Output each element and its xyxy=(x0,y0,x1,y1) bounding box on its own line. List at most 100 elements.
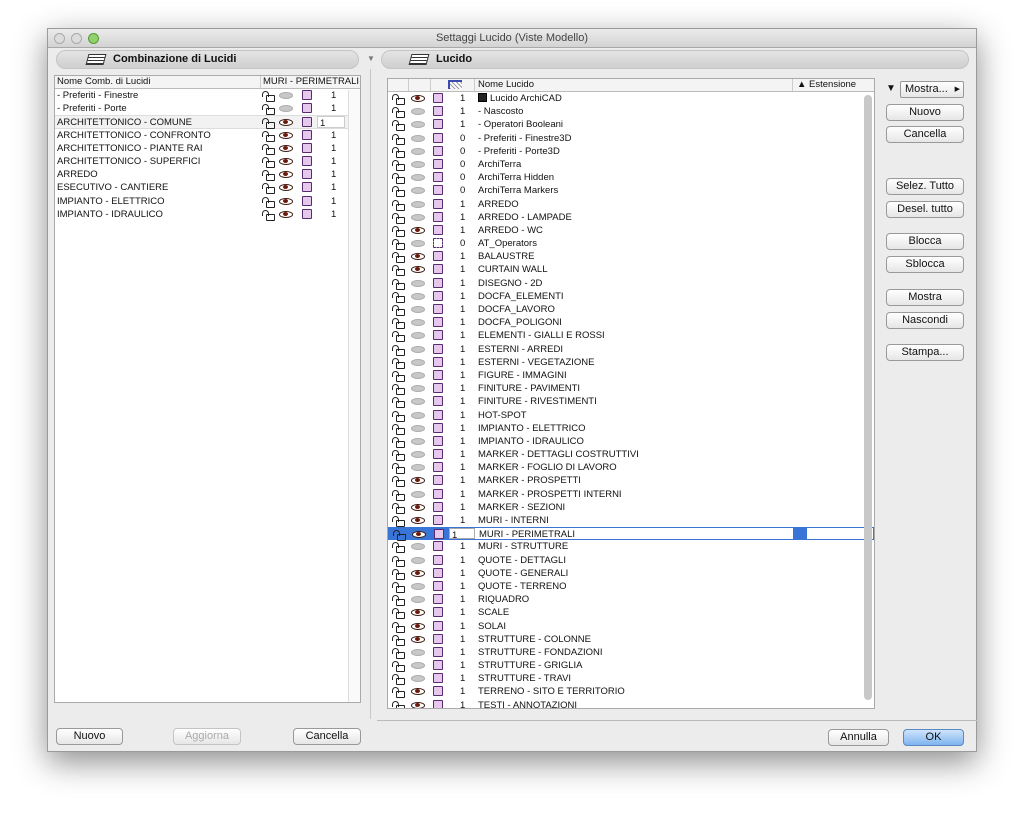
table-row[interactable]: - Preferiti - Porte 1 xyxy=(55,102,360,116)
lock-open-icon[interactable] xyxy=(392,450,405,462)
layer-3d-icon[interactable] xyxy=(433,646,443,657)
table-row[interactable]: 1 STRUTTURE - GRIGLIA xyxy=(388,659,874,673)
table-row[interactable]: 1 MARKER - SEZIONI xyxy=(388,501,874,514)
eye-hidden-icon[interactable] xyxy=(411,437,425,445)
lock-open-icon[interactable] xyxy=(262,196,275,208)
delete-combination-button[interactable]: Cancella xyxy=(293,728,361,745)
column-name[interactable]: Nome Comb. di Lucidi xyxy=(57,76,150,88)
eye-hidden-icon[interactable] xyxy=(411,174,425,182)
eye-hidden-icon[interactable] xyxy=(411,306,425,313)
layer-3d-icon[interactable] xyxy=(433,607,443,618)
lock-open-icon[interactable] xyxy=(262,209,275,221)
table-row[interactable]: 1 MARKER - DETTAGLI COSTRUTTIVI xyxy=(388,448,874,462)
lock-open-icon[interactable] xyxy=(392,516,405,527)
lock-open-icon[interactable] xyxy=(262,91,275,102)
table-row[interactable]: - Preferiti - Finestre 1 xyxy=(55,89,360,102)
column-layer[interactable]: MURI - PERIMETRALI xyxy=(260,76,359,88)
table-row[interactable]: ARCHITETTONICO - COMUNE 1 xyxy=(55,115,360,130)
table-row[interactable]: 1 STRUTTURE - FONDAZIONI xyxy=(388,646,874,659)
lock-open-icon[interactable] xyxy=(392,331,405,343)
eye-visible-icon[interactable] xyxy=(411,477,425,485)
lock-open-icon[interactable] xyxy=(392,159,405,171)
layer-3d-icon[interactable] xyxy=(302,129,312,140)
table-row[interactable]: 0 ArchiTerra xyxy=(388,158,874,171)
table-row[interactable]: 1 ESTERNI - VEGETAZIONE xyxy=(388,356,874,369)
table-row[interactable]: 1 MURI - STRUTTURE xyxy=(388,540,874,554)
eye-visible-icon[interactable] xyxy=(411,226,425,234)
layer-3d-icon[interactable] xyxy=(433,172,443,183)
lock-open-icon[interactable] xyxy=(392,239,405,251)
table-row[interactable]: 1 Lucido ArchiCAD xyxy=(388,92,874,105)
table-row[interactable]: 1 FINITURE - RIVESTIMENTI xyxy=(388,395,874,409)
unlock-button[interactable]: Sblocca xyxy=(886,256,964,273)
eye-visible-icon[interactable] xyxy=(279,131,293,139)
eye-visible-icon[interactable] xyxy=(411,688,425,696)
table-row[interactable]: 1 MURI - PERIMETRALI xyxy=(388,527,874,542)
table-row[interactable]: 1 RIQUADRO xyxy=(388,593,874,607)
lock-open-icon[interactable] xyxy=(392,687,405,699)
layer-3d-icon[interactable] xyxy=(433,449,443,460)
lock-open-icon[interactable] xyxy=(392,661,405,673)
layer-3d-icon[interactable] xyxy=(433,356,443,367)
table-row[interactable]: 1 ELEMENTI - GIALLI E ROSSI xyxy=(388,329,874,343)
lock-open-icon[interactable] xyxy=(392,568,405,580)
table-row[interactable]: 1 MURI - INTERNI xyxy=(388,514,874,527)
lock-open-icon[interactable] xyxy=(392,476,405,488)
table-row[interactable]: 0 ArchiTerra Markers xyxy=(388,184,874,198)
layer-3d-icon[interactable] xyxy=(433,224,443,235)
table-row[interactable]: 0 ArchiTerra Hidden xyxy=(388,171,874,185)
lock-open-icon[interactable] xyxy=(392,265,405,277)
layer-3d-icon[interactable] xyxy=(433,264,443,275)
lock-open-icon[interactable] xyxy=(392,634,405,646)
table-row[interactable]: 1 ARREDO - WC xyxy=(388,224,874,237)
table-row[interactable]: 1 IMPIANTO - IDRAULICO xyxy=(388,435,874,448)
lock-open-icon[interactable] xyxy=(392,595,405,607)
eye-hidden-icon[interactable] xyxy=(411,411,425,419)
table-row[interactable]: 1 IMPIANTO - ELETTRICO xyxy=(388,422,874,435)
lock-open-icon[interactable] xyxy=(392,581,405,593)
layer-intersection-column-icon[interactable] xyxy=(448,80,462,89)
eye-hidden-icon[interactable] xyxy=(411,240,425,248)
lock-open-icon[interactable] xyxy=(392,397,405,409)
show-button[interactable]: Mostra xyxy=(886,289,964,306)
eye-hidden-icon[interactable] xyxy=(411,319,425,327)
eye-hidden-icon[interactable] xyxy=(411,582,425,590)
eye-hidden-icon[interactable] xyxy=(411,187,425,195)
lock-open-icon[interactable] xyxy=(392,344,405,356)
eye-hidden-icon[interactable] xyxy=(411,490,425,498)
layer-3d-icon[interactable] xyxy=(302,169,312,180)
eye-visible-icon[interactable] xyxy=(411,517,425,524)
lock-open-icon[interactable] xyxy=(262,118,275,130)
layer-3d-icon[interactable] xyxy=(433,106,443,117)
lock-open-icon[interactable] xyxy=(392,674,405,686)
lock-open-icon[interactable] xyxy=(392,305,405,316)
scrollbar-thumb[interactable] xyxy=(864,95,872,700)
new-combination-button[interactable]: Nuovo xyxy=(56,728,123,745)
lock-open-icon[interactable] xyxy=(392,133,405,145)
eye-hidden-icon[interactable] xyxy=(279,105,293,113)
layer-3d-icon[interactable] xyxy=(433,435,443,446)
layer-3d-icon[interactable] xyxy=(433,132,443,143)
eye-visible-icon[interactable] xyxy=(279,210,293,218)
eye-visible-icon[interactable] xyxy=(279,144,293,152)
layer-3d-icon[interactable] xyxy=(302,142,312,153)
table-row[interactable]: 0 - Preferiti - Porte3D xyxy=(388,145,874,158)
lock-open-icon[interactable] xyxy=(392,146,405,158)
eye-visible-icon[interactable] xyxy=(411,635,425,643)
lock-open-icon[interactable] xyxy=(392,436,405,448)
eye-hidden-icon[interactable] xyxy=(411,398,425,406)
layer-3d-icon[interactable] xyxy=(433,290,443,301)
layer-3d-icon[interactable] xyxy=(433,660,443,671)
table-row[interactable]: 1 TERRENO - SITO E TERRITORIO xyxy=(388,685,874,699)
eye-hidden-icon[interactable] xyxy=(411,160,425,168)
lock-open-icon[interactable] xyxy=(392,608,405,620)
eye-hidden-icon[interactable] xyxy=(411,200,425,208)
eye-hidden-icon[interactable] xyxy=(411,121,425,129)
update-combination-button[interactable]: Aggiorna xyxy=(173,728,241,745)
layer-operator-icon[interactable] xyxy=(433,238,443,249)
eye-hidden-icon[interactable] xyxy=(411,292,425,300)
layer-3d-icon[interactable] xyxy=(433,501,443,512)
eye-hidden-icon[interactable] xyxy=(411,279,425,287)
lock-open-icon[interactable] xyxy=(392,120,405,132)
eye-visible-icon[interactable] xyxy=(412,531,426,539)
